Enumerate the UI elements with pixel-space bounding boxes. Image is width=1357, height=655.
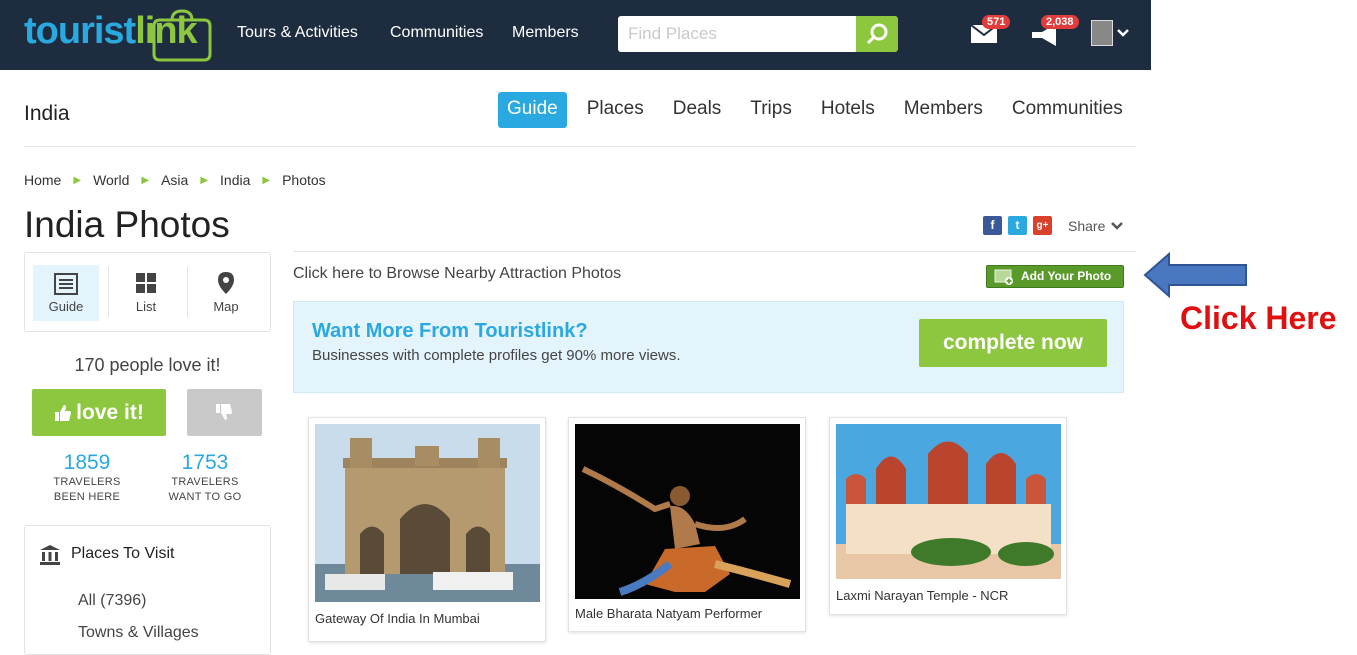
nav-communities[interactable]: Communities — [390, 24, 483, 42]
divider — [187, 267, 188, 317]
nav-members[interactable]: Members — [512, 24, 579, 42]
breadcrumb-arrow-icon: ▶ — [141, 174, 150, 186]
view-list[interactable]: List — [113, 265, 179, 321]
breadcrumb-world[interactable]: World — [93, 172, 129, 188]
love-count: 170 people love it! — [74, 355, 221, 375]
breadcrumb-arrow-icon: ▶ — [73, 174, 82, 186]
landmark-icon — [40, 545, 60, 565]
places-item-towns-villages[interactable]: Towns & Villages — [78, 624, 199, 642]
browse-nearby-link[interactable]: Click here to Browse Nearby Attraction P… — [293, 265, 621, 283]
avatar[interactable] — [1091, 20, 1113, 46]
photo-bharata-natyam-performer[interactable] — [575, 424, 800, 599]
chevron-down-icon[interactable] — [1117, 28, 1129, 38]
tab-hotels[interactable]: Hotels — [812, 92, 884, 128]
divider — [24, 146, 1136, 147]
photo-card[interactable]: Gateway Of India In Mumbai — [308, 417, 546, 642]
stat-caption: WANT TO GO — [168, 491, 242, 503]
breadcrumb-asia[interactable]: Asia — [161, 172, 188, 188]
search-input[interactable] — [618, 16, 856, 52]
view-map-label: Map — [213, 299, 239, 314]
places-item-all[interactable]: All (7396) — [78, 592, 146, 610]
complete-now-button[interactable]: complete now — [919, 319, 1107, 367]
search-button[interactable] — [856, 16, 898, 52]
photo-gateway-of-india[interactable] — [315, 424, 540, 602]
view-list-label: List — [135, 299, 157, 314]
search-box — [618, 16, 898, 52]
top-bar: touristlink Tours & Activities Communiti… — [0, 0, 1151, 70]
search-icon — [866, 23, 888, 45]
photo-caption[interactable]: Laxmi Narayan Temple - NCR — [836, 588, 1008, 603]
tab-places[interactable]: Places — [578, 92, 653, 128]
share-label[interactable]: Share — [1068, 218, 1105, 234]
divider — [108, 267, 109, 317]
stat-number: 1859 — [63, 451, 111, 474]
page-title: India Photos — [24, 204, 230, 245]
dislike-button[interactable] — [187, 389, 262, 436]
add-photo-icon — [994, 269, 1013, 285]
photo-caption[interactable]: Gateway Of India In Mumbai — [315, 611, 480, 626]
tab-members[interactable]: Members — [895, 92, 992, 128]
promo-banner: Want More From Touristlink? Businesses w… — [293, 301, 1124, 393]
view-map[interactable]: Map — [193, 265, 259, 321]
click-here-annotation: Click Here — [1180, 300, 1337, 336]
map-pin-icon — [218, 272, 234, 294]
promo-subtitle: Businesses with complete profiles get 90… — [312, 347, 681, 364]
photo-card[interactable]: Male Bharata Natyam Performer — [568, 417, 806, 632]
love-it-button[interactable]: love it! — [32, 389, 166, 436]
view-switcher: Guide List Map — [24, 252, 271, 332]
view-guide[interactable]: Guide — [33, 265, 99, 321]
breadcrumb-home[interactable]: Home — [24, 172, 61, 188]
tab-guide[interactable]: Guide — [498, 92, 567, 128]
view-guide-label: Guide — [48, 299, 84, 314]
tab-communities[interactable]: Communities — [1003, 92, 1132, 128]
add-your-photo-button[interactable]: Add Your Photo — [986, 265, 1124, 288]
section-tabs: Guide Places Deals Trips Hotels Members … — [498, 92, 1143, 128]
tab-trips[interactable]: Trips — [741, 92, 801, 128]
add-your-photo-label: Add Your Photo — [1021, 269, 1112, 283]
places-heading: Places To Visit — [71, 545, 175, 562]
promo-title: Want More From Touristlink? — [312, 320, 588, 342]
photo-card[interactable]: Laxmi Narayan Temple - NCR — [829, 417, 1067, 615]
stat-caption: BEEN HERE — [53, 491, 121, 503]
messages-badge: 571 — [982, 15, 1011, 29]
breadcrumb-arrow-icon: ▶ — [262, 174, 271, 186]
logo-bag-icon — [152, 9, 212, 62]
breadcrumb: Home ▶ World ▶ Asia ▶ India ▶ Photos — [24, 172, 326, 188]
stat-number: 1753 — [181, 451, 229, 474]
nav-tours-activities[interactable]: Tours & Activities — [237, 24, 358, 42]
twitter-icon[interactable]: t — [1008, 216, 1027, 235]
share-bar: f t g+ Share — [983, 216, 1124, 235]
breadcrumb-photos: Photos — [282, 172, 326, 188]
destination-title: India — [24, 102, 70, 125]
places-to-visit-panel: Places To Visit All (7396) Towns & Villa… — [24, 525, 271, 655]
photo-laxmi-narayan-temple[interactable] — [836, 424, 1061, 579]
notifications-badge: 2,038 — [1041, 15, 1079, 29]
stat-been-here: 1859 TRAVELERS BEEN HERE — [32, 451, 142, 505]
grid-icon — [136, 273, 156, 293]
facebook-icon[interactable]: f — [983, 216, 1002, 235]
stat-caption: TRAVELERS — [53, 476, 121, 488]
stat-caption: TRAVELERS — [171, 476, 239, 488]
love-it-label: love it! — [76, 401, 144, 424]
divider — [293, 251, 1136, 252]
guide-icon — [54, 273, 78, 295]
annotation-arrow-icon — [1143, 251, 1247, 299]
thumbs-down-icon — [216, 404, 232, 420]
breadcrumb-india[interactable]: India — [220, 172, 250, 188]
thumbs-up-icon — [55, 405, 72, 421]
chevron-down-icon[interactable] — [1111, 221, 1124, 231]
stat-want-to-go: 1753 TRAVELERS WANT TO GO — [150, 451, 260, 505]
photo-caption[interactable]: Male Bharata Natyam Performer — [575, 606, 762, 621]
google-plus-icon[interactable]: g+ — [1033, 216, 1052, 235]
tab-deals[interactable]: Deals — [664, 92, 731, 128]
breadcrumb-arrow-icon: ▶ — [200, 174, 209, 186]
